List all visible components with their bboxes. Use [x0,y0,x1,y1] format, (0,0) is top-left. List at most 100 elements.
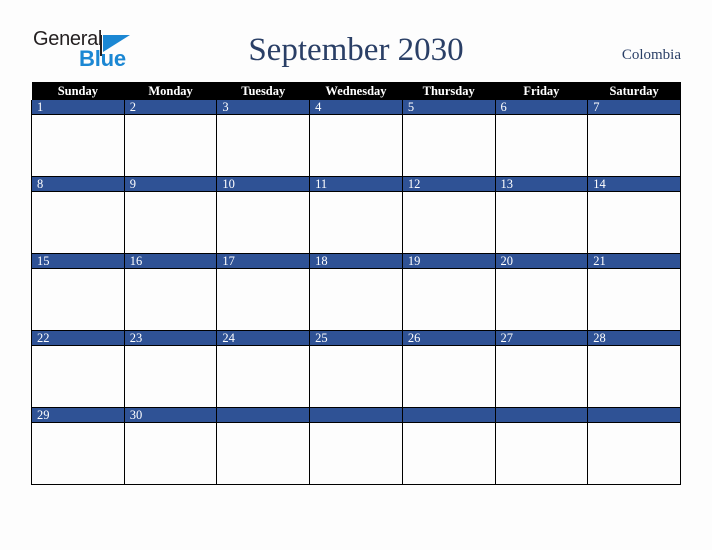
day-note-area[interactable] [32,115,124,176]
calendar-day-cell[interactable]: 18 [309,253,403,331]
day-note-area[interactable] [310,115,402,176]
day-note-area[interactable] [496,115,588,176]
day-note-area[interactable] [217,423,309,484]
calendar-day-cell[interactable]: 17 [216,253,311,331]
day-note-area[interactable] [125,192,217,253]
calendar-day-cell[interactable]: 21 [587,253,681,331]
day-note-area[interactable] [403,269,495,330]
day-note-area[interactable] [125,346,217,407]
day-number: 3 [217,100,310,115]
day-note-area[interactable] [217,269,309,330]
calendar-day-cell[interactable]: 30 [123,407,218,485]
calendar-day-cell[interactable]: 13 [494,176,589,254]
day-number [217,408,310,423]
day-number: 24 [217,331,310,346]
calendar-day-cell-empty[interactable] [494,407,589,485]
day-number [310,408,402,423]
calendar-day-cell[interactable]: 12 [401,176,496,254]
day-number: 26 [402,331,495,346]
calendar-week-row: 22 23 24 25 26 27 28 [31,330,681,408]
day-number: 13 [495,177,588,192]
day-number: 14 [588,177,680,192]
day-number: 30 [124,408,217,423]
calendar-day-cell[interactable]: 14 [587,176,681,254]
day-note-area[interactable] [403,346,495,407]
day-number [402,408,495,423]
calendar-day-cell[interactable]: 8 [31,176,125,254]
day-note-area[interactable] [403,423,495,484]
calendar-day-cell[interactable]: 5 [401,100,496,177]
calendar-day-cell[interactable]: 6 [494,100,589,177]
day-note-area[interactable] [32,346,124,407]
calendar-day-cell[interactable]: 15 [31,253,125,331]
region-label: Colombia [621,47,681,63]
calendar-day-cell[interactable]: 19 [401,253,496,331]
day-note-area[interactable] [310,192,402,253]
day-note-area[interactable] [403,192,495,253]
day-note-area[interactable] [32,192,124,253]
day-note-area[interactable] [310,423,402,484]
day-note-area[interactable] [496,192,588,253]
day-note-area[interactable] [310,346,402,407]
calendar-day-cell-empty[interactable] [216,407,311,485]
day-note-area[interactable] [125,269,217,330]
day-number: 7 [588,100,680,115]
calendar-week-row: 8 9 10 11 12 13 14 [31,176,681,254]
day-note-area[interactable] [125,423,217,484]
day-note-area[interactable] [32,423,124,484]
day-note-area[interactable] [496,423,588,484]
day-number: 9 [124,177,217,192]
weekday-header-sunday: Sunday [31,82,125,100]
weekday-header-tuesday: Tuesday [216,82,310,100]
day-note-area[interactable] [403,115,495,176]
day-note-area[interactable] [217,115,309,176]
calendar-day-cell[interactable]: 11 [309,176,403,254]
calendar-day-cell[interactable]: 22 [31,330,125,408]
calendar-day-cell[interactable]: 23 [123,330,218,408]
day-number: 27 [495,331,588,346]
calendar-week-row: 15 16 17 18 19 20 21 [31,253,681,331]
day-note-area[interactable] [496,346,588,407]
calendar-day-cell[interactable]: 9 [123,176,218,254]
calendar-day-cell[interactable]: 1 [31,100,125,177]
calendar-day-cell[interactable]: 7 [587,100,681,177]
day-note-area[interactable] [496,269,588,330]
calendar-day-cell[interactable]: 10 [216,176,311,254]
calendar-day-cell[interactable]: 24 [216,330,311,408]
day-note-area[interactable] [588,115,680,176]
calendar-day-cell-empty[interactable] [587,407,681,485]
day-note-area[interactable] [588,192,680,253]
calendar-day-cell[interactable]: 27 [494,330,589,408]
calendar-day-cell[interactable]: 16 [123,253,218,331]
day-number: 18 [310,254,402,269]
calendar-day-cell-empty[interactable] [309,407,403,485]
calendar-page: General Blue September 2030 Colombia Sun… [0,0,712,550]
calendar-day-cell[interactable]: 26 [401,330,496,408]
calendar-day-cell[interactable]: 29 [31,407,125,485]
day-note-area[interactable] [588,269,680,330]
day-number: 23 [124,331,217,346]
day-note-area[interactable] [125,115,217,176]
weekday-header-wednesday: Wednesday [309,82,403,100]
day-number: 12 [402,177,495,192]
day-number: 25 [310,331,402,346]
calendar-day-cell-empty[interactable] [401,407,496,485]
day-number: 19 [402,254,495,269]
calendar-day-cell[interactable]: 3 [216,100,311,177]
calendar-day-cell[interactable]: 2 [123,100,218,177]
day-note-area[interactable] [32,269,124,330]
page-header: General Blue September 2030 Colombia [31,24,681,80]
calendar-day-cell[interactable]: 20 [494,253,589,331]
calendar-day-cell[interactable]: 4 [309,100,403,177]
day-note-area[interactable] [588,423,680,484]
day-number: 21 [588,254,680,269]
day-note-area[interactable] [217,192,309,253]
calendar-day-cell[interactable]: 28 [587,330,681,408]
day-note-area[interactable] [310,269,402,330]
calendar-day-cell[interactable]: 25 [309,330,403,408]
weekday-header-thursday: Thursday [402,82,496,100]
day-number: 16 [124,254,217,269]
day-number: 15 [32,254,124,269]
day-note-area[interactable] [588,346,680,407]
day-note-area[interactable] [217,346,309,407]
